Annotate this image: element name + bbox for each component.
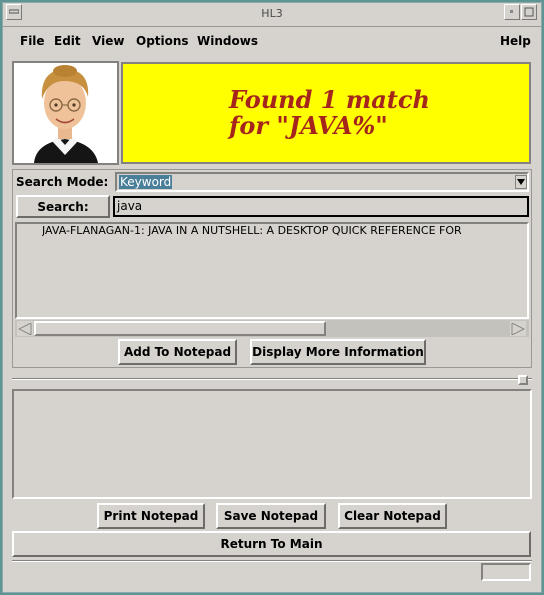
clear-notepad-button[interactable]: Clear Notepad — [338, 503, 447, 529]
search-input[interactable]: java — [113, 196, 529, 217]
arrow-left-icon — [18, 322, 32, 335]
scroll-right-button[interactable] — [510, 321, 526, 336]
search-button[interactable]: Search: — [16, 195, 110, 218]
maximize-button[interactable] — [521, 4, 537, 20]
menu-file-label: File — [20, 34, 45, 48]
pane-separator — [12, 378, 532, 380]
portrait-image — [12, 61, 119, 165]
search-mode-dropdown[interactable]: Keyword — [115, 172, 529, 192]
notepad-area[interactable] — [12, 389, 532, 499]
menu-options-label: Options — [136, 34, 189, 48]
result-item[interactable]: JAVA-FLANAGAN-1: JAVA IN A NUTSHELL: A D… — [42, 224, 526, 237]
match-banner: Found 1 match for "JAVA%" — [121, 62, 531, 164]
search-mode-value: Keyword — [119, 175, 173, 189]
menu-file[interactable]: File — [20, 34, 45, 48]
menu-view[interactable]: View — [92, 34, 124, 48]
menu-view-label: View — [92, 34, 125, 48]
maximize-icon — [524, 7, 534, 17]
banner-line-2: for "JAVA%" — [229, 111, 388, 140]
menu-help-label: Help — [500, 34, 531, 48]
display-more-information-button[interactable]: Display More Information — [250, 339, 426, 365]
menu-bar — [4, 28, 540, 54]
librarian-portrait-icon — [14, 63, 117, 163]
menu-edit[interactable]: Edit — [54, 34, 81, 48]
menu-windows-label: Windows — [197, 34, 258, 48]
minimize-icon — [510, 10, 513, 13]
status-separator — [12, 560, 532, 562]
minimize-button[interactable] — [504, 4, 520, 20]
menu-edit-label: Edit — [54, 34, 81, 48]
status-indicator — [481, 563, 531, 581]
menu-options[interactable]: Options — [136, 34, 189, 48]
print-notepad-button[interactable]: Print Notepad — [97, 503, 205, 529]
menu-help[interactable]: Help — [500, 34, 531, 48]
banner-line-1: Found 1 match — [229, 85, 430, 114]
save-notepad-button[interactable]: Save Notepad — [216, 503, 326, 529]
dropdown-arrow-button[interactable] — [515, 175, 527, 189]
search-query-text: java — [117, 199, 143, 213]
menu-windows[interactable]: Windows — [197, 34, 258, 48]
window-title: HL3 — [261, 7, 283, 20]
search-mode-label: Search Mode: — [16, 175, 109, 189]
scrollbar-thumb[interactable] — [34, 321, 326, 336]
add-to-notepad-button[interactable]: Add To Notepad — [118, 339, 237, 365]
pane-sash-handle[interactable] — [518, 375, 528, 385]
scroll-left-button[interactable] — [17, 321, 33, 336]
return-to-main-button[interactable]: Return To Main — [12, 531, 531, 557]
arrow-right-icon — [511, 322, 525, 335]
chevron-down-icon — [517, 179, 525, 185]
